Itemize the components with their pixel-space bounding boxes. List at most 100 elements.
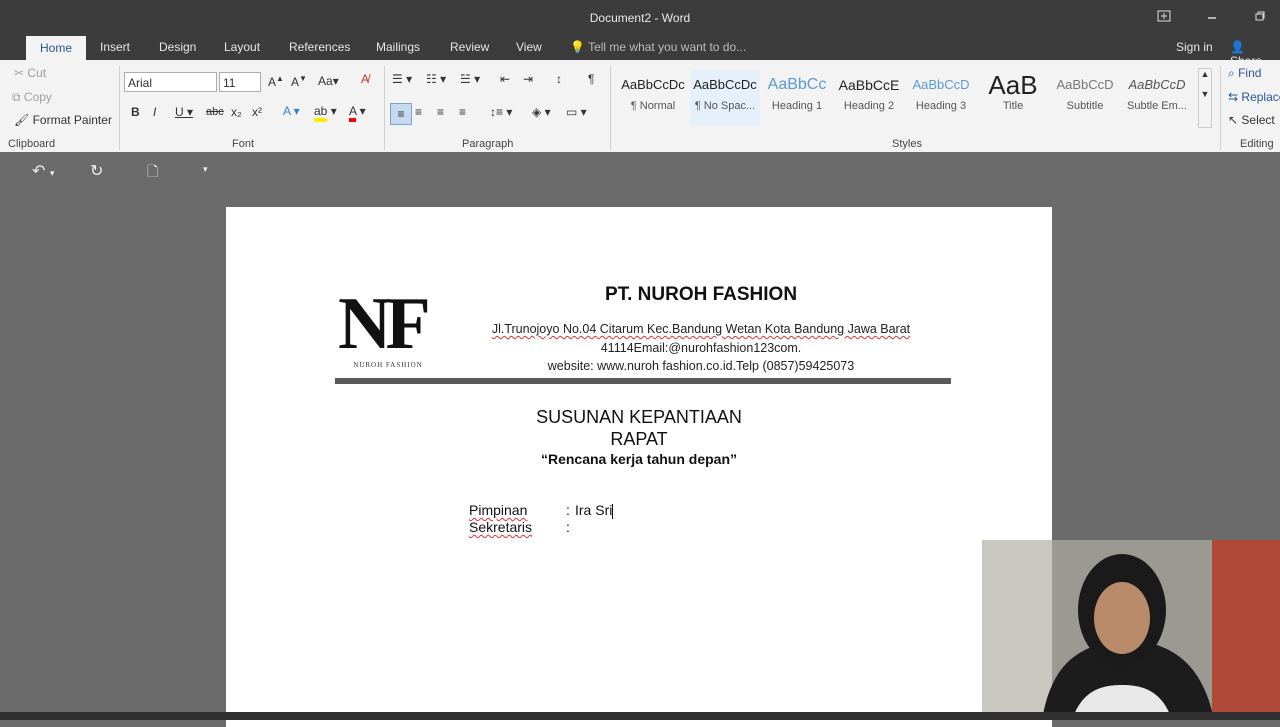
tab-review[interactable]: Review bbox=[450, 40, 489, 54]
style-name: Heading 3 bbox=[915, 100, 967, 112]
numbering-icon[interactable]: ☷ ▾ bbox=[426, 72, 446, 86]
ribbon: ✂ Cut ⧉ Copy 🖌 Format Painter Clipboard … bbox=[0, 60, 1280, 152]
superscript-icon[interactable]: x² bbox=[252, 105, 262, 119]
divider bbox=[119, 66, 120, 150]
address-line-3: website: www.nuroh fashion.co.id.Telp (0… bbox=[547, 359, 855, 373]
format-painter-button[interactable]: 🖌 Format Painter bbox=[14, 113, 112, 127]
replace-icon: ⇆ bbox=[1228, 90, 1239, 104]
align-right-icon[interactable]: ≡ bbox=[437, 105, 444, 119]
sort-icon[interactable]: ↕ bbox=[556, 72, 562, 86]
tab-view[interactable]: View bbox=[516, 40, 542, 54]
tell-me-text: Tell me what you want to do... bbox=[588, 40, 747, 54]
style-subtle-emphasis[interactable]: AaBbCcD Subtle Em... bbox=[1122, 70, 1192, 126]
customize-qat-icon[interactable]: ▾ bbox=[203, 164, 208, 175]
document-theme: “Rencana kerja tahun depan” bbox=[540, 451, 738, 467]
sign-in-link[interactable]: Sign in bbox=[1176, 40, 1213, 54]
decrease-indent-icon[interactable]: ⇤ bbox=[500, 72, 510, 86]
style-heading-2[interactable]: AaBbCcE Heading 2 bbox=[834, 70, 904, 126]
text-cursor bbox=[612, 503, 614, 519]
style-heading-1[interactable]: AaBbCc Heading 1 bbox=[762, 70, 832, 126]
select-button[interactable]: ↖ Select bbox=[1228, 113, 1275, 127]
justify-icon[interactable]: ≡ bbox=[459, 105, 466, 119]
change-case-button[interactable]: Aa▾ bbox=[318, 74, 339, 88]
style-preview: AaBbCcDc bbox=[693, 77, 757, 92]
tab-home[interactable]: Home bbox=[26, 36, 87, 60]
search-icon: ⌕ bbox=[1228, 66, 1235, 80]
style-preview: AaBbCcD bbox=[1128, 77, 1186, 92]
clear-formatting-icon[interactable]: A̸ bbox=[361, 72, 369, 86]
divider bbox=[610, 66, 611, 150]
borders-icon[interactable]: ▭ ▾ bbox=[566, 105, 587, 119]
align-left-icon[interactable]: ≡ bbox=[390, 103, 412, 125]
increase-indent-icon[interactable]: ⇥ bbox=[523, 72, 533, 86]
grow-font-icon[interactable]: A▲ bbox=[268, 74, 284, 89]
replace-label: Replace bbox=[1241, 90, 1280, 104]
multilevel-list-icon[interactable]: ☱ ▾ bbox=[460, 72, 480, 86]
style-name: Heading 1 bbox=[771, 100, 823, 112]
webcam-overlay bbox=[982, 540, 1280, 720]
paintbrush-icon: 🖌 bbox=[14, 113, 30, 127]
line-spacing-icon[interactable]: ↕≡ ▾ bbox=[490, 105, 512, 119]
redo-icon[interactable]: ↻ bbox=[90, 161, 103, 181]
company-name: PT. NUROH FASHION bbox=[604, 284, 798, 305]
divider bbox=[384, 66, 385, 150]
row-label-sekretaris: Sekretaris bbox=[469, 519, 533, 535]
bold-icon[interactable]: B bbox=[131, 105, 140, 119]
tell-me-box[interactable]: 💡 Tell me what you want to do... bbox=[570, 40, 746, 54]
address-line-2: 41114Email:@nurohfashion123com. bbox=[600, 341, 802, 355]
italic-icon[interactable]: I bbox=[153, 105, 156, 119]
ribbon-display-options-icon[interactable] bbox=[1154, 8, 1174, 28]
tab-layout[interactable]: Layout bbox=[224, 40, 260, 54]
cut-button[interactable]: ✂ Cut bbox=[14, 66, 46, 80]
style-name: Heading 2 bbox=[843, 100, 895, 112]
style-no-spacing[interactable]: AaBbCcDc ¶ No Spac... bbox=[690, 70, 760, 126]
style-title[interactable]: AaB Title bbox=[978, 70, 1048, 126]
shading-icon[interactable]: ◈ ▾ bbox=[532, 105, 551, 119]
row-colon: : bbox=[566, 502, 570, 518]
paragraph-group-label: Paragraph bbox=[462, 138, 514, 150]
print-preview-icon[interactable]: 🗋 bbox=[147, 161, 158, 185]
document-heading: SUSUNAN KEPANTIAAN bbox=[536, 407, 742, 427]
style-preview: AaBbCcE bbox=[838, 77, 900, 93]
row-value-pimpinan: Ira Sri bbox=[575, 502, 614, 519]
divider bbox=[1220, 66, 1221, 150]
replace-button[interactable]: ⇆ Replace bbox=[1228, 90, 1280, 104]
tab-references[interactable]: References bbox=[289, 40, 350, 54]
editing-group-label: Editing bbox=[1240, 138, 1274, 150]
cursor-icon: ↖ bbox=[1228, 113, 1239, 127]
shrink-font-icon[interactable]: A▼ bbox=[291, 74, 307, 89]
align-center-icon[interactable]: ≡ bbox=[415, 105, 422, 119]
style-heading-3[interactable]: AaBbCcD Heading 3 bbox=[906, 70, 976, 126]
bullets-icon[interactable]: ☰ ▾ bbox=[392, 72, 412, 86]
font-color-icon[interactable]: A ▾ bbox=[349, 104, 366, 122]
font-size-select[interactable]: 11 bbox=[219, 72, 261, 92]
strikethrough-icon[interactable]: abc bbox=[206, 106, 224, 118]
webcam-feed-image bbox=[982, 540, 1280, 720]
tab-design[interactable]: Design bbox=[159, 40, 196, 54]
text-effects-icon[interactable]: A ▾ bbox=[283, 104, 300, 118]
tab-mailings[interactable]: Mailings bbox=[376, 40, 420, 54]
underline-icon[interactable]: U ▾ bbox=[175, 105, 193, 119]
find-button[interactable]: ⌕ Find bbox=[1228, 66, 1261, 81]
font-family-select[interactable]: Arial bbox=[124, 72, 217, 92]
show-marks-icon[interactable]: ¶ bbox=[588, 72, 594, 86]
styles-group-label: Styles bbox=[892, 138, 922, 150]
copy-button[interactable]: ⧉ Copy bbox=[12, 90, 52, 105]
subscript-icon[interactable]: x₂ bbox=[231, 105, 242, 119]
document-subheading: RAPAT bbox=[610, 429, 668, 449]
undo-icon[interactable]: ↶ ▾ bbox=[32, 161, 54, 181]
highlight-icon[interactable]: ab ▾ bbox=[314, 104, 337, 122]
row-label-pimpinan: Pimpinan bbox=[469, 502, 528, 518]
style-preview: AaB bbox=[988, 70, 1038, 100]
document-page[interactable]: NF NUROH FASHION PT. NUROH FASHION Jl.Tr… bbox=[226, 207, 1052, 727]
style-normal[interactable]: AaBbCcDc ¶ Normal bbox=[618, 70, 688, 126]
scissors-icon: ✂ bbox=[14, 66, 25, 80]
style-subtitle[interactable]: AaBbCcD Subtitle bbox=[1050, 70, 1120, 126]
format-painter-label: Format Painter bbox=[32, 113, 112, 127]
tab-insert[interactable]: Insert bbox=[100, 40, 130, 54]
restore-icon[interactable] bbox=[1250, 8, 1270, 28]
person-icon: 👤 bbox=[1230, 40, 1245, 54]
cut-label: Cut bbox=[27, 66, 47, 80]
minimize-icon[interactable] bbox=[1202, 8, 1222, 28]
styles-scroll[interactable]: ▲ ▼ bbox=[1198, 68, 1212, 128]
